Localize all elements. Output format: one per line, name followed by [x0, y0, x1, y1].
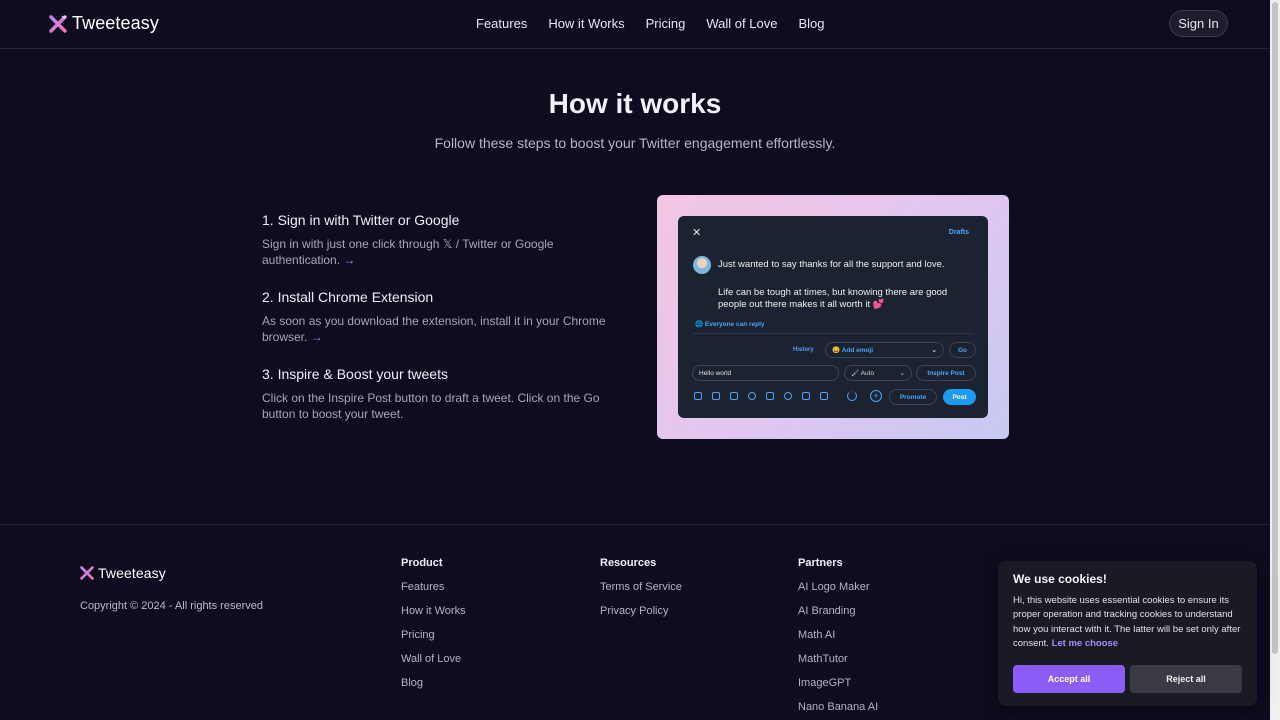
italic-icon	[820, 392, 828, 400]
cookie-consent-dialog: We use cookies! Hi, this website uses es…	[998, 561, 1257, 706]
footer-link-terms[interactable]: Terms of Service	[600, 581, 682, 595]
divider	[692, 333, 974, 334]
sign-in-button[interactable]: Sign In	[1169, 10, 1228, 37]
add-emoji-select: 😀 Add emoji ⌄	[825, 342, 944, 358]
footer-brand-name: Tweeteasy	[98, 565, 166, 581]
step-title: 2. Install Chrome Extension	[262, 289, 434, 305]
section-subtitle: Follow these steps to boost your Twitter…	[434, 135, 836, 151]
tweet-text-line-2: Life can be tough at times, but knowing …	[718, 287, 948, 310]
nav-blog[interactable]: Blog	[798, 16, 824, 31]
list-icon	[730, 392, 738, 400]
image-icon	[694, 392, 702, 400]
schedule-icon	[766, 392, 774, 400]
composer-toolbar	[694, 392, 828, 400]
brand-name: Tweeteasy	[72, 13, 159, 33]
top-navbar: Tweeteasy Features How it Works Pricing …	[0, 0, 1270, 49]
arrow-right-icon[interactable]: →	[343, 253, 355, 267]
nav-features[interactable]: Features	[476, 16, 527, 31]
everyone-can-reply-label: 🌐 Everyone can reply	[695, 321, 765, 328]
nav-how-it-works[interactable]: How it Works	[548, 16, 624, 31]
footer-link-features[interactable]: Features	[401, 581, 466, 595]
tweet-text-line-1: Just wanted to say thanks for all the su…	[718, 259, 945, 270]
gif-icon	[712, 392, 720, 400]
inspire-post-button: Inspire Post	[916, 365, 976, 381]
footer-link-ai-branding[interactable]: AI Branding	[798, 605, 878, 619]
avatar	[693, 256, 711, 274]
close-icon: ✕	[692, 227, 702, 239]
step-text: Click on the Inspire Post button to draf…	[262, 390, 607, 422]
nav-links: Features How it Works Pricing Wall of Lo…	[476, 16, 824, 31]
step-title: 3. Inspire & Boost your tweets	[262, 366, 448, 382]
arrow-right-icon[interactable]: →	[311, 330, 323, 344]
step-text: Sign in with just one click through 𝕏 / …	[262, 236, 607, 268]
page-scrollbar[interactable]	[1270, 0, 1280, 720]
drafts-link: Drafts	[948, 229, 969, 236]
tweet-composer-preview: ✕ Drafts Just wanted to say thanks for a…	[657, 195, 1009, 439]
chevron-down-icon: ⌄	[899, 370, 905, 377]
step-description: Sign in with just one click through 𝕏 / …	[262, 237, 554, 267]
character-counter-icon	[847, 391, 857, 401]
nav-wall-of-love[interactable]: Wall of Love	[706, 16, 777, 31]
footer-link-imagegpt[interactable]: ImageGPT	[798, 677, 878, 691]
footer-column-heading: Resources	[600, 557, 657, 569]
footer-column-heading: Product	[401, 557, 443, 569]
bold-icon	[802, 392, 810, 400]
footer-link-pricing[interactable]: Pricing	[401, 629, 466, 643]
footer-link-ai-logo-maker[interactable]: AI Logo Maker	[798, 581, 878, 595]
step-title: 1. Sign in with Twitter or Google	[262, 212, 460, 228]
history-link: History	[793, 347, 814, 353]
post-button: Post	[943, 389, 976, 405]
footer-link-wall-of-love[interactable]: Wall of Love	[401, 653, 466, 667]
steps-list: 1. Sign in with Twitter or Google Sign i…	[262, 212, 607, 443]
footer-column-heading: Partners	[798, 557, 843, 569]
scrollbar-thumb[interactable]	[1272, 2, 1278, 654]
composer-window: ✕ Drafts Just wanted to say thanks for a…	[678, 216, 988, 418]
footer-link-privacy[interactable]: Privacy Policy	[600, 605, 682, 619]
step-description: Click on the Inspire Post button to draf…	[262, 391, 600, 421]
cookie-text: Hi, this website uses essential cookies …	[1013, 594, 1248, 651]
auto-select: 🖌 Auto ⌄	[844, 365, 912, 381]
chevron-down-icon: ⌄	[931, 347, 937, 354]
section-title: How it works	[548, 88, 722, 119]
footer-link-blog[interactable]: Blog	[401, 677, 466, 691]
footer-brand-logo[interactable]: Tweeteasy	[80, 565, 166, 581]
brand-logo[interactable]: Tweeteasy	[49, 13, 159, 34]
add-thread-icon: +	[870, 390, 882, 402]
go-button: Go	[949, 342, 976, 358]
footer-resources-column: Resources Terms of Service Privacy Polic…	[600, 557, 682, 629]
cookie-description: Hi, this website uses essential cookies …	[1013, 595, 1241, 649]
prompt-input: Hello world	[692, 365, 839, 381]
cookie-title: We use cookies!	[1013, 572, 1107, 586]
footer-product-column: Product Features How it Works Pricing Wa…	[401, 557, 466, 701]
logo-x-icon	[49, 14, 67, 33]
step-1: 1. Sign in with Twitter or Google Sign i…	[262, 212, 607, 268]
auto-label: 🖌 Auto	[851, 370, 875, 377]
accept-all-button[interactable]: Accept all	[1013, 665, 1125, 693]
step-3: 3. Inspire & Boost your tweets Click on …	[262, 366, 607, 422]
footer-link-mathtutor[interactable]: MathTutor	[798, 653, 878, 667]
promote-button: Promote	[889, 389, 937, 405]
logo-x-icon	[80, 566, 94, 580]
footer-link-nano-banana-ai[interactable]: Nano Banana AI	[798, 701, 878, 715]
footer-link-math-ai[interactable]: Math AI	[798, 629, 878, 643]
copyright: Copyright © 2024 - All rights reserved	[80, 600, 263, 612]
footer-link-how-it-works[interactable]: How it Works	[401, 605, 466, 619]
footer-partners-column: Partners AI Logo Maker AI Branding Math …	[798, 557, 878, 720]
step-2: 2. Install Chrome Extension As soon as y…	[262, 289, 607, 345]
add-emoji-label: 😀 Add emoji	[832, 347, 874, 354]
step-text: As soon as you download the extension, i…	[262, 313, 607, 345]
nav-pricing[interactable]: Pricing	[646, 16, 686, 31]
emoji-icon	[748, 392, 756, 400]
reject-all-button[interactable]: Reject all	[1130, 665, 1242, 693]
let-me-choose-link[interactable]: Let me choose	[1052, 638, 1119, 649]
location-icon	[784, 392, 792, 400]
